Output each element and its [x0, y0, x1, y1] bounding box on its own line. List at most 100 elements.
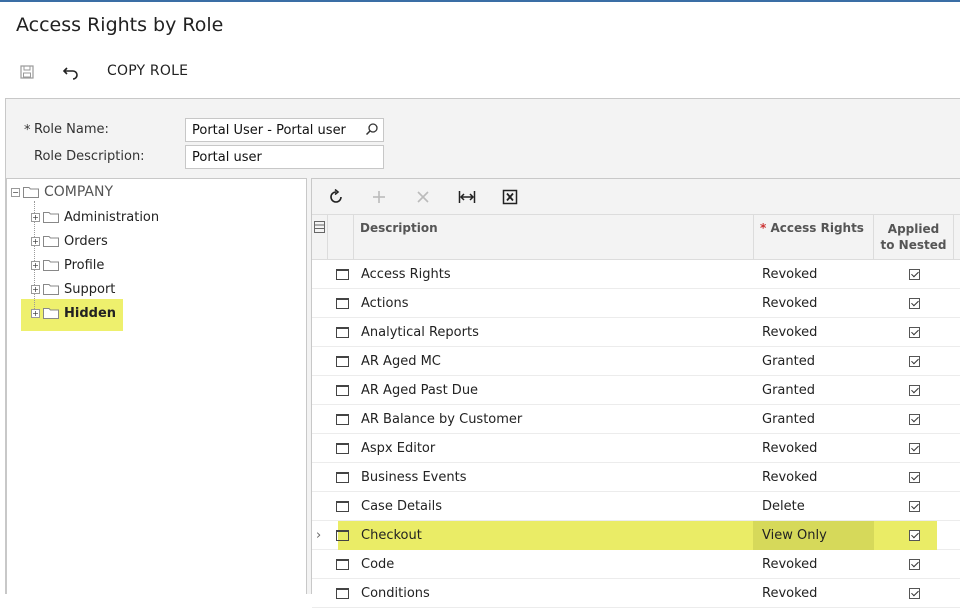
- description-cell[interactable]: Actions: [361, 289, 409, 318]
- column-header-applied-line2: to Nested: [880, 238, 947, 252]
- expand-icon[interactable]: +: [31, 308, 40, 318]
- applied-to-nested-cell[interactable]: [874, 550, 954, 579]
- table-row[interactable]: AR Aged Past Due Granted: [312, 376, 960, 405]
- row-icon-cell: [336, 405, 352, 434]
- tree-node-administration[interactable]: + Administration: [31, 206, 159, 228]
- row-icon-cell: [336, 376, 352, 405]
- checkbox-checked[interactable]: [908, 443, 920, 454]
- table-row[interactable]: Aspx Editor Revoked: [312, 434, 960, 463]
- search-icon[interactable]: [365, 122, 379, 140]
- table-row[interactable]: Code Revoked: [312, 550, 960, 579]
- column-header-access-rights[interactable]: * Access Rights: [754, 215, 874, 260]
- checkbox-checked[interactable]: [908, 530, 920, 541]
- description-cell[interactable]: Checkout: [361, 521, 422, 550]
- expand-icon[interactable]: +: [31, 236, 40, 246]
- applied-to-nested-cell[interactable]: [874, 318, 954, 347]
- applied-to-nested-cell[interactable]: [874, 492, 954, 521]
- access-rights-cell[interactable]: Revoked: [754, 463, 874, 492]
- fit-width-icon[interactable]: [455, 185, 479, 209]
- tree-node-support[interactable]: + Support: [31, 278, 115, 300]
- table-row[interactable]: AR Balance by Customer Granted: [312, 405, 960, 434]
- applied-to-nested-cell[interactable]: [874, 405, 954, 434]
- applied-to-nested-cell[interactable]: [874, 347, 954, 376]
- description-cell[interactable]: AR Balance by Customer: [361, 405, 522, 434]
- table-row[interactable]: Access Rights Revoked: [312, 260, 960, 289]
- tree-node-hidden[interactable]: + Hidden: [31, 302, 116, 324]
- save-icon[interactable]: [15, 60, 39, 84]
- applied-to-nested-cell[interactable]: [874, 289, 954, 318]
- access-rights-cell[interactable]: Revoked: [754, 318, 874, 347]
- role-name-field[interactable]: Portal User - Portal user: [185, 118, 384, 142]
- description-cell[interactable]: Case Details: [361, 492, 442, 521]
- checkbox-checked[interactable]: [908, 559, 920, 570]
- row-icon-cell: [336, 492, 352, 521]
- tree-node-label: Orders: [64, 233, 108, 249]
- expand-icon[interactable]: +: [31, 284, 40, 294]
- checkbox-checked[interactable]: [908, 327, 920, 338]
- checkbox-checked[interactable]: [908, 356, 920, 367]
- access-rights-cell[interactable]: View Only: [754, 521, 874, 550]
- expand-icon[interactable]: +: [31, 260, 40, 270]
- main-toolbar: COPY ROLE: [0, 56, 960, 88]
- table-row[interactable]: Business Events Revoked: [312, 463, 960, 492]
- tree-node-company[interactable]: − COMPANY: [11, 181, 113, 203]
- column-header-description[interactable]: Description: [354, 215, 754, 260]
- column-header-applied-to-nested[interactable]: Applied to Nested: [874, 215, 954, 260]
- applied-to-nested-cell[interactable]: [874, 260, 954, 289]
- access-rights-cell[interactable]: Granted: [754, 376, 874, 405]
- checkbox-checked[interactable]: [908, 472, 920, 483]
- delete-icon[interactable]: [411, 185, 435, 209]
- copy-role-button[interactable]: COPY ROLE: [107, 63, 188, 79]
- description-cell[interactable]: Aspx Editor: [361, 434, 435, 463]
- column-config-icon[interactable]: [314, 221, 325, 233]
- row-icon-cell: [336, 521, 352, 550]
- applied-to-nested-cell[interactable]: [874, 521, 954, 550]
- add-icon[interactable]: [367, 185, 391, 209]
- table-row[interactable]: Analytical Reports Revoked: [312, 318, 960, 347]
- checkbox-checked[interactable]: [908, 385, 920, 396]
- refresh-icon[interactable]: [324, 185, 348, 209]
- description-cell[interactable]: AR Aged Past Due: [361, 376, 478, 405]
- checkbox-checked[interactable]: [908, 269, 920, 280]
- tree-node-label: Support: [64, 281, 116, 297]
- collapse-icon[interactable]: −: [11, 187, 20, 197]
- checkbox-checked[interactable]: [908, 414, 920, 425]
- grid-header: Description * Access Rights Applied to N…: [312, 215, 960, 260]
- row-selector-header[interactable]: [312, 215, 328, 260]
- expand-icon[interactable]: +: [31, 212, 40, 222]
- applied-to-nested-cell[interactable]: [874, 434, 954, 463]
- checkbox-checked[interactable]: [908, 298, 920, 309]
- table-row[interactable]: › Checkout View Only: [312, 521, 960, 550]
- description-cell[interactable]: Code: [361, 550, 394, 579]
- required-marker: *: [760, 221, 767, 235]
- table-row[interactable]: AR Aged MC Granted: [312, 347, 960, 376]
- access-rights-cell[interactable]: Delete: [754, 492, 874, 521]
- description-cell[interactable]: AR Aged MC: [361, 347, 441, 376]
- description-cell[interactable]: Access Rights: [361, 260, 451, 289]
- applied-to-nested-cell[interactable]: [874, 376, 954, 405]
- access-rights-cell[interactable]: Revoked: [754, 260, 874, 289]
- access-rights-cell[interactable]: Revoked: [754, 550, 874, 579]
- applied-to-nested-cell[interactable]: [874, 463, 954, 492]
- tree-node-profile[interactable]: + Profile: [31, 254, 104, 276]
- form-icon: [336, 327, 349, 338]
- form-icon: [336, 501, 349, 512]
- checkbox-checked[interactable]: [908, 501, 920, 512]
- export-excel-icon[interactable]: [498, 185, 522, 209]
- access-rights-cell[interactable]: Revoked: [754, 289, 874, 318]
- folder-icon: [43, 212, 59, 223]
- access-rights-cell[interactable]: Granted: [754, 405, 874, 434]
- access-rights-cell[interactable]: Granted: [754, 347, 874, 376]
- tree-node-orders[interactable]: + Orders: [31, 230, 108, 252]
- column-header-applied-line1: Applied: [887, 222, 940, 236]
- access-rights-cell[interactable]: Revoked: [754, 434, 874, 463]
- row-icon-cell: [336, 550, 352, 579]
- tree-node-label: Administration: [64, 209, 160, 225]
- table-row[interactable]: Case Details Delete: [312, 492, 960, 521]
- description-cell[interactable]: Business Events: [361, 463, 466, 492]
- undo-icon[interactable]: [59, 60, 83, 84]
- description-cell[interactable]: Analytical Reports: [361, 318, 479, 347]
- role-description-field[interactable]: Portal user: [185, 145, 384, 169]
- tree-node-label: Hidden: [64, 305, 117, 321]
- table-row[interactable]: Actions Revoked: [312, 289, 960, 318]
